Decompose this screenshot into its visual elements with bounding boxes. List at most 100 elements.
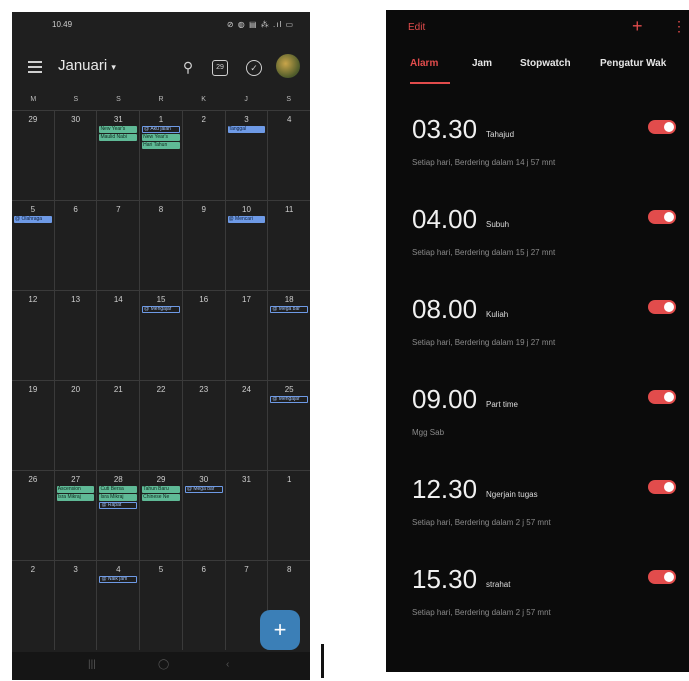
day-cell[interactable]: 17: [224, 291, 268, 380]
day-cell[interactable]: 28 Cuti Bersa Isra Mikraj @ Rapat: [96, 471, 139, 560]
event-chip[interactable]: New Year's: [99, 126, 138, 133]
day-cell[interactable]: 6: [53, 201, 97, 290]
recent-apps-icon[interactable]: |||: [88, 659, 96, 670]
day-cell[interactable]: 26: [12, 471, 54, 560]
clock-screen: Edit + ⋮ Alarm Jam Stopwatch Pengatur Wa…: [386, 10, 689, 672]
event-chip[interactable]: @ Aku jalan: [142, 126, 180, 133]
event-chip[interactable]: Ascension: [56, 486, 95, 493]
day-cell[interactable]: 29: [12, 111, 54, 200]
home-icon[interactable]: ◯: [158, 659, 169, 670]
day-cell[interactable]: 31: [224, 471, 268, 560]
alarm-toggle[interactable]: [648, 210, 676, 224]
calendar-screen: 10.49 ⊘ ◍ ▤ ⁂ .ıl ▭ Januari ▾ ⚲ 29 ✓ MSS…: [12, 12, 310, 680]
day-number: 19: [28, 385, 38, 394]
day-cell[interactable]: 18 @ Mega bar: [267, 291, 310, 380]
alarm-toggle[interactable]: [648, 120, 676, 134]
day-number: 11: [285, 205, 294, 214]
event-chip[interactable]: Tahun Baru: [142, 486, 180, 493]
day-cell[interactable]: 30: [53, 111, 97, 200]
event-chip[interactable]: @ Mengajar: [142, 306, 180, 313]
avatar[interactable]: [276, 54, 300, 78]
month-selector[interactable]: Januari ▾: [58, 57, 116, 74]
menu-icon[interactable]: [28, 61, 42, 73]
day-cell[interactable]: 1: [267, 471, 310, 560]
alarm-item[interactable]: 03.30 Tahajud Setiap hari, Berdering dalam…: [386, 114, 689, 200]
day-cell[interactable]: 19: [12, 381, 54, 470]
event-chip[interactable]: Hari Tahun: [142, 142, 180, 149]
day-number: 20: [71, 385, 81, 394]
today-button[interactable]: 29: [212, 60, 228, 76]
day-cell[interactable]: 7: [96, 201, 139, 290]
alarm-toggle[interactable]: [648, 480, 676, 494]
alarm-item[interactable]: 04.00 Subuh Setiap hari, Berdering dalam 1…: [386, 204, 689, 290]
more-options-icon[interactable]: ⋮: [672, 18, 686, 35]
day-cell[interactable]: 8: [139, 201, 182, 290]
event-chip[interactable]: @ Mega bar: [184, 486, 223, 493]
month-title: Januari: [58, 57, 108, 74]
day-cell[interactable]: 21: [96, 381, 139, 470]
event-chip[interactable]: New Year's: [142, 134, 180, 141]
create-event-button[interactable]: +: [260, 610, 300, 650]
day-cell[interactable]: 3 Tanggal: [224, 111, 268, 200]
event-chip[interactable]: Tanggal: [227, 126, 266, 133]
event-chip[interactable]: @ Olahraga: [14, 216, 52, 223]
day-cell[interactable]: 11: [267, 201, 310, 290]
day-number: 26: [28, 475, 38, 484]
event-chip[interactable]: @ Mengajar: [270, 396, 309, 403]
day-cell[interactable]: 23: [181, 381, 225, 470]
day-cell[interactable]: 22: [139, 381, 182, 470]
day-cell[interactable]: 4 @ Naik jam: [96, 561, 139, 650]
tasks-check-icon[interactable]: ✓: [246, 60, 262, 76]
back-icon[interactable]: ‹: [226, 659, 229, 670]
day-cell[interactable]: 13: [53, 291, 97, 380]
add-alarm-icon[interactable]: +: [632, 16, 643, 37]
event-chip[interactable]: Maulid Nabi: [99, 134, 138, 141]
day-cell[interactable]: 5: [139, 561, 182, 650]
day-cell[interactable]: 25 @ Mengajar: [267, 381, 310, 470]
event-chip[interactable]: Chinese Ne: [142, 494, 180, 501]
event-chip[interactable]: Isra Mikraj: [99, 494, 138, 501]
event-chip[interactable]: Cuti Bersa: [99, 486, 138, 493]
day-cell[interactable]: 20: [53, 381, 97, 470]
alarm-toggle[interactable]: [648, 390, 676, 404]
day-number: 6: [201, 565, 206, 574]
event-chip[interactable]: Isra Mikraj: [56, 494, 95, 501]
day-cell[interactable]: 29 Tahun Baru Chinese Ne: [139, 471, 182, 560]
day-cell[interactable]: 14: [96, 291, 139, 380]
day-number: 4: [286, 115, 292, 124]
tab-pengatur-waktu[interactable]: Pengatur Wak: [600, 58, 666, 69]
day-cell[interactable]: 9: [181, 201, 225, 290]
day-cell[interactable]: 30 @ Mega bar: [181, 471, 225, 560]
alarm-item[interactable]: 08.00 Kuliah Setiap hari, Berdering dalam …: [386, 294, 689, 380]
event-chip[interactable]: @ Mencari: [227, 216, 266, 223]
event-chip[interactable]: @ Mega bar: [270, 306, 309, 313]
day-cell[interactable]: 15 @ Mengajar: [139, 291, 182, 380]
day-cell[interactable]: 6: [181, 561, 225, 650]
day-number: 18: [284, 295, 294, 304]
alarm-toggle[interactable]: [648, 570, 676, 584]
alarm-item[interactable]: 09.00 Part time Mgg Sab: [386, 384, 689, 470]
day-cell[interactable]: 27 Ascension Isra Mikraj: [53, 471, 97, 560]
day-cell[interactable]: 4: [267, 111, 310, 200]
day-cell[interactable]: 1 @ Aku jalan New Year's Hari Tahun: [139, 111, 182, 200]
day-cell[interactable]: 16: [181, 291, 225, 380]
event-chip[interactable]: @ Rapat: [99, 502, 138, 509]
alarm-item[interactable]: 12.30 Ngerjain tugas Setiap hari, Berderin…: [386, 474, 689, 560]
tab-stopwatch[interactable]: Stopwatch: [520, 58, 571, 69]
day-cell[interactable]: 12: [12, 291, 54, 380]
search-icon[interactable]: ⚲: [178, 57, 198, 77]
day-cell[interactable]: 24: [224, 381, 268, 470]
day-cell[interactable]: 31 New Year's Maulid Nabi: [96, 111, 139, 200]
tab-jam[interactable]: Jam: [472, 58, 492, 69]
tab-alarm[interactable]: Alarm: [410, 58, 438, 69]
day-cell[interactable]: 3: [53, 561, 97, 650]
day-cell[interactable]: 5 @ Olahraga: [12, 201, 54, 290]
event-chip[interactable]: @ Naik jam: [99, 576, 138, 583]
alarm-item[interactable]: 15.30 strahat Setiap hari, Berdering dalam…: [386, 564, 689, 650]
week-row: 12 13 14 15 @ Mengajar 16 17 18 @ Mega bar: [12, 290, 310, 380]
day-cell[interactable]: 2: [181, 111, 225, 200]
day-cell[interactable]: 10 @ Mencari: [224, 201, 268, 290]
day-cell[interactable]: 2: [12, 561, 54, 650]
alarm-toggle[interactable]: [648, 300, 676, 314]
edit-button[interactable]: Edit: [408, 22, 425, 33]
